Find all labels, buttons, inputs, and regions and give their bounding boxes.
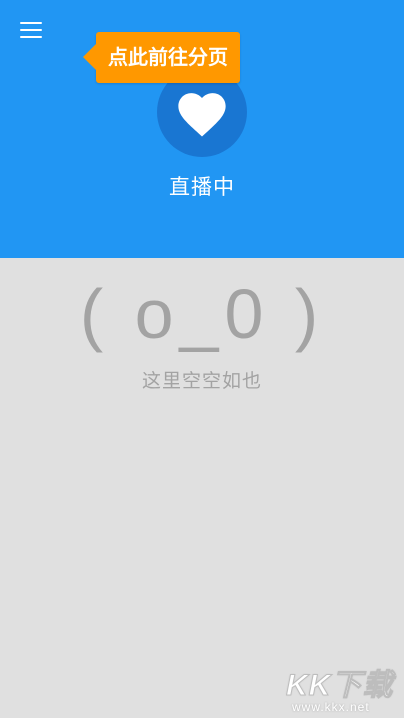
menu-icon-bar: [20, 36, 42, 38]
menu-icon-bar: [20, 29, 42, 31]
watermark: KK下载 www.kkx.net: [284, 660, 404, 718]
empty-state-message: 这里空空如也: [141, 370, 262, 392]
menu-button[interactable]: [20, 22, 42, 40]
watermark-url: www.kkx.net: [292, 700, 370, 714]
watermark-logo: KK下载: [285, 669, 394, 703]
empty-state-face: ( o_0 ): [79, 275, 325, 353]
go-to-page-tooltip[interactable]: 点此前往分页: [83, 32, 240, 83]
live-status-label: 直播中: [169, 175, 235, 199]
menu-icon: [20, 22, 42, 24]
heart-icon: [178, 93, 226, 137]
